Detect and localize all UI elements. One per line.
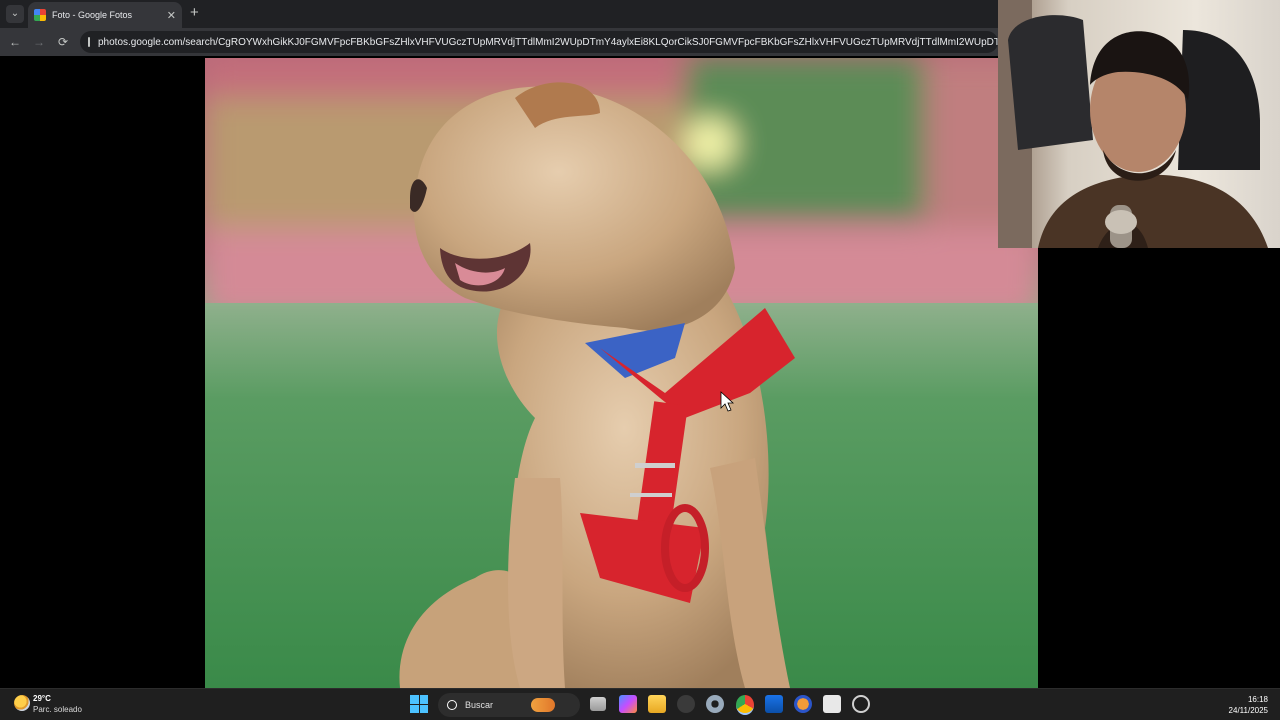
close-icon[interactable]: ✕ <box>167 9 176 22</box>
system-clock[interactable]: 16:18 24/11/2025 <box>1229 694 1268 716</box>
outlook-icon[interactable] <box>765 695 783 713</box>
clock-time: 16:18 <box>1247 695 1268 704</box>
webcam-overlay <box>998 0 1280 248</box>
copilot-icon[interactable] <box>619 695 637 713</box>
weather-description[interactable]: Parc. soleado <box>33 705 82 714</box>
arrow-left-icon[interactable]: ← <box>6 33 24 51</box>
search-placeholder: Buscar <box>465 700 494 710</box>
site-settings-icon[interactable] <box>88 37 90 47</box>
photo-image[interactable] <box>205 58 1038 688</box>
app-icon-dark[interactable] <box>677 695 695 713</box>
browser-toolbar: ← → ⟳ photos.google.com/search/CgROYWxhG… <box>0 28 1000 56</box>
search-highlight-icon <box>531 698 556 712</box>
reload-icon[interactable]: ⟳ <box>54 33 72 51</box>
taskbar-search[interactable]: Buscar <box>438 693 580 717</box>
google-photos-icon <box>34 9 46 21</box>
tab-title: Foto - Google Fotos <box>52 10 133 20</box>
task-view-icon[interactable] <box>590 697 606 711</box>
new-tab-button[interactable]: + <box>190 5 199 21</box>
capcut-icon[interactable] <box>823 695 841 713</box>
address-bar[interactable]: photos.google.com/search/CgROYWxhGikKJ0F… <box>80 31 998 53</box>
file-explorer-icon[interactable] <box>648 695 666 713</box>
browser-tab[interactable]: Foto - Google Fotos ✕ <box>28 2 182 28</box>
clock-date: 24/11/2025 <box>1228 706 1268 715</box>
webcam-presenter-illustration <box>998 0 1268 248</box>
dog-photo-illustration <box>205 58 1038 688</box>
obs-icon[interactable] <box>852 695 870 713</box>
weather-temperature[interactable]: 29°C <box>33 694 51 703</box>
url-text[interactable]: photos.google.com/search/CgROYWxhGikKJ0F… <box>98 37 998 48</box>
weather-icon[interactable] <box>14 695 30 711</box>
chrome-icon[interactable] <box>736 695 754 715</box>
search-icon <box>447 700 457 710</box>
app-icon-orange[interactable] <box>794 695 812 713</box>
chevron-down-icon[interactable]: ⌄ <box>6 5 24 23</box>
windows-taskbar: 29°C Parc. soleado Buscar 16:18 24/11/20… <box>0 688 1280 720</box>
windows-start-icon[interactable] <box>410 695 428 713</box>
settings-icon[interactable] <box>706 695 724 713</box>
arrow-right-icon[interactable]: → <box>30 33 48 51</box>
